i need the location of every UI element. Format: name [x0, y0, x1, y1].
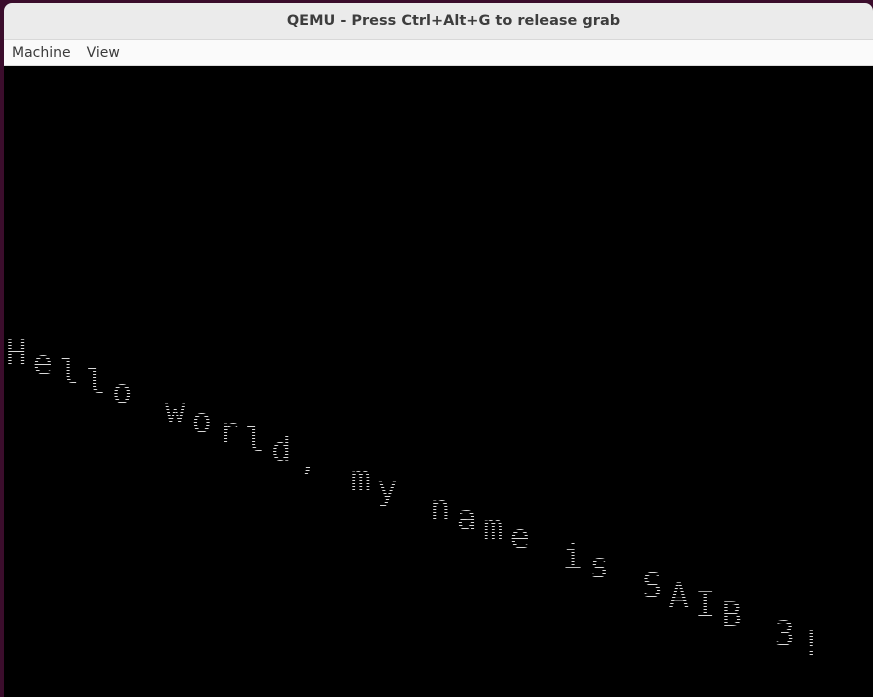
- guest-char: B: [721, 594, 742, 635]
- guest-char: d: [271, 430, 292, 470]
- guest-char: !: [801, 624, 822, 664]
- guest-char: A: [668, 575, 689, 616]
- guest-char: [536, 530, 556, 564]
- guest-char: r: [218, 410, 239, 451]
- guest-char: 3: [774, 614, 795, 655]
- guest-char: l: [59, 352, 80, 393]
- guest-char: i: [562, 536, 583, 577]
- menu-bar: Machine View: [4, 40, 873, 66]
- title-bar[interactable]: QEMU - Press Ctrl+Alt+G to release grab: [4, 3, 873, 40]
- guest-char: m: [350, 459, 371, 500]
- guest-char: o: [112, 371, 133, 412]
- guest-char: l: [244, 420, 265, 461]
- guest-char: n: [430, 488, 451, 529]
- guest-char: [139, 385, 159, 419]
- guest-char: _: [748, 604, 769, 645]
- menu-machine[interactable]: Machine: [4, 45, 79, 61]
- vm-display[interactable]: Hello world, my name is S A I B _ 3!: [4, 66, 873, 697]
- guest-char: [324, 452, 344, 486]
- guest-char: w: [165, 391, 186, 432]
- window-title: QEMU - Press Ctrl+Alt+G to release grab: [286, 13, 621, 29]
- guest-char: o: [191, 400, 212, 441]
- guest-char: l: [85, 362, 106, 403]
- guest-char: y: [377, 468, 398, 509]
- guest-char: s: [589, 546, 610, 587]
- guest-char: ,: [297, 439, 318, 480]
- guest-char: [616, 559, 636, 593]
- guest-char: I: [695, 585, 716, 626]
- guest-char: [404, 482, 424, 516]
- menu-view[interactable]: View: [79, 45, 128, 61]
- guest-char: m: [483, 507, 504, 548]
- qemu-window: QEMU - Press Ctrl+Alt+G to release grab …: [4, 3, 873, 697]
- guest-char: e: [509, 517, 530, 558]
- guest-char: e: [32, 342, 53, 383]
- guest-char: H: [6, 333, 27, 373]
- guest-char: S: [642, 565, 663, 606]
- guest-char: a: [456, 497, 477, 538]
